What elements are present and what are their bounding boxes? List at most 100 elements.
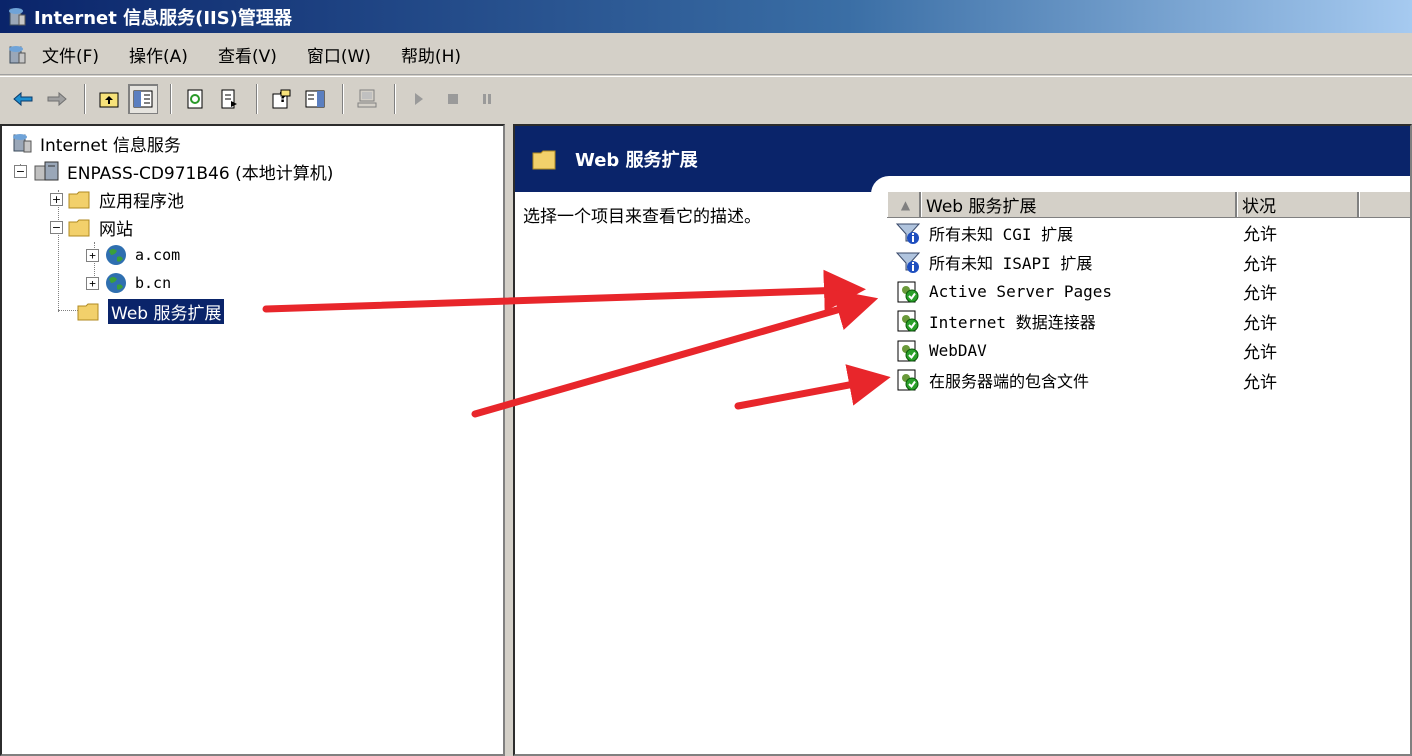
toolbar-separator xyxy=(84,83,86,114)
up-level-button[interactable] xyxy=(94,84,124,114)
banner-title: Web 服务扩展 xyxy=(575,150,698,171)
refresh-icon xyxy=(187,89,203,108)
tree-item-label: ENPASS-CD971B46 (本地计算机) xyxy=(67,163,334,184)
row-name: 所有未知 ISAPI 扩展 xyxy=(929,254,1093,274)
expand-toggle[interactable]: + xyxy=(86,248,99,262)
refresh-button[interactable] xyxy=(180,84,210,114)
tree-item-label: Web 服务扩展 xyxy=(108,298,225,324)
row-status: 允许 xyxy=(1243,254,1277,275)
menu-help[interactable]: 帮助(H) xyxy=(401,42,461,67)
folder-icon xyxy=(76,300,102,322)
row-status: 允许 xyxy=(1243,313,1277,334)
menu-window[interactable]: 窗口(W) xyxy=(307,42,371,67)
tree-item-iis-root[interactable]: Internet 信息服务 xyxy=(10,130,181,156)
column-header-status[interactable]: 状况 xyxy=(1237,192,1359,217)
row-name: Active Server Pages xyxy=(929,282,1113,302)
sort-indicator-icon[interactable]: ▲ xyxy=(887,192,921,217)
console-tree[interactable]: Internet 信息服务 − ENPASS-CD971B46 (本地计算机) … xyxy=(0,124,505,756)
row-status: 允许 xyxy=(1243,284,1277,305)
list-row[interactable]: 所有未知 ISAPI 扩展 允许 xyxy=(887,248,1410,278)
stop-icon xyxy=(448,93,458,104)
extension-allowed-icon xyxy=(887,368,929,392)
tree-item-label: 应用程序池 xyxy=(99,191,184,212)
globe-icon xyxy=(103,271,129,295)
row-status: 允许 xyxy=(1243,372,1277,393)
description-text: 选择一个项目来查看它的描述。 xyxy=(523,207,761,227)
tree-item-label: Internet 信息服务 xyxy=(40,135,181,156)
folder-icon xyxy=(67,216,93,238)
tree-item-site-b[interactable]: + b.cn xyxy=(86,270,171,296)
row-name: 在服务器端的包含文件 xyxy=(929,372,1090,392)
tree-item-computer[interactable]: − ENPASS-CD971B46 (本地计算机) xyxy=(14,158,333,184)
toolbar-separator xyxy=(256,83,258,114)
menu-action[interactable]: 操作(A) xyxy=(129,42,188,67)
iis-icon xyxy=(9,7,26,25)
column-header-name[interactable]: Web 服务扩展 xyxy=(921,192,1237,217)
tree-item-site-a[interactable]: + a.com xyxy=(86,242,180,268)
list-row[interactable]: WebDAV 允许 xyxy=(887,336,1410,366)
window-title-bar[interactable]: Internet 信息服务(IIS)管理器 xyxy=(0,0,1412,33)
show-hide-tree-button[interactable] xyxy=(128,83,158,114)
list-row[interactable]: Internet 数据连接器 允许 xyxy=(887,307,1410,337)
pane-splitter[interactable] xyxy=(505,124,513,756)
tree-item-web-service-extensions[interactable]: Web 服务扩展 xyxy=(76,298,225,324)
list-row[interactable]: 所有未知 CGI 扩展 允许 xyxy=(887,218,1410,248)
row-name: 所有未知 CGI 扩展 xyxy=(929,224,1074,244)
toolbar-separator xyxy=(342,83,344,114)
extension-allowed-icon xyxy=(887,339,929,363)
details-pane: Web 服务扩展 选择一个项目来查看它的描述。 ▲ Web 服务扩展 状况 所有… xyxy=(513,124,1412,756)
forward-arrow-icon xyxy=(47,91,67,106)
back-arrow-icon xyxy=(13,91,33,106)
row-status: 允许 xyxy=(1243,343,1277,364)
folder-icon xyxy=(67,188,93,210)
export-list-button[interactable] xyxy=(214,84,244,114)
tree-item-label: a.com xyxy=(135,246,181,264)
back-button[interactable] xyxy=(8,84,38,114)
help-button[interactable]: ? xyxy=(266,84,296,114)
menu-bar: 文件(F) 操作(A) 查看(V) 窗口(W) 帮助(H) xyxy=(0,35,1412,75)
filter-blue-icon xyxy=(887,250,929,274)
row-name: Internet 数据连接器 xyxy=(929,313,1096,333)
toolbar: ? xyxy=(0,76,1412,120)
export-icon xyxy=(221,89,237,108)
list-row[interactable]: 在服务器端的包含文件 允许 xyxy=(887,366,1410,396)
start-button[interactable] xyxy=(404,84,434,114)
folder-up-icon xyxy=(99,92,119,107)
menu-view[interactable]: 查看(V) xyxy=(218,42,277,67)
toolbar-separator xyxy=(394,83,396,114)
extension-list[interactable]: ▲ Web 服务扩展 状况 所有未知 CGI 扩展 允许 所有未知 ISAPI 扩展… xyxy=(887,192,1410,396)
server-icon xyxy=(31,160,61,182)
filter-blue-icon xyxy=(887,221,929,245)
menu-file[interactable]: 文件(F) xyxy=(42,42,99,67)
extension-allowed-icon xyxy=(887,280,929,304)
computer-icon xyxy=(357,89,377,107)
toolbar-separator xyxy=(170,83,172,114)
expand-toggle[interactable]: + xyxy=(50,192,63,206)
pause-icon xyxy=(483,93,491,104)
tree-item-label: b.cn xyxy=(135,274,172,292)
stop-button[interactable] xyxy=(438,84,468,114)
folder-icon xyxy=(532,150,556,170)
show-action-pane-button[interactable] xyxy=(300,84,330,114)
tree-item-label: 网站 xyxy=(99,219,133,240)
row-name: WebDAV xyxy=(929,341,987,361)
globe-icon xyxy=(103,243,129,267)
pause-button[interactable] xyxy=(472,84,502,114)
forward-button[interactable] xyxy=(42,84,72,114)
help-icon: ? xyxy=(272,89,291,108)
expand-toggle[interactable]: + xyxy=(86,276,99,290)
connect-button[interactable] xyxy=(352,84,382,114)
list-row[interactable]: Active Server Pages 允许 xyxy=(887,277,1410,307)
row-status: 允许 xyxy=(1243,225,1277,246)
console-tree-icon xyxy=(133,90,153,107)
collapse-toggle[interactable]: − xyxy=(14,164,27,178)
tree-item-websites[interactable]: − 网站 xyxy=(50,214,133,240)
iis-icon xyxy=(10,132,34,154)
mmc-icon[interactable] xyxy=(6,44,28,66)
extension-allowed-icon xyxy=(887,309,929,333)
collapse-toggle[interactable]: − xyxy=(50,220,63,234)
tree-item-app-pools[interactable]: + 应用程序池 xyxy=(50,186,184,212)
window-title: Internet 信息服务(IIS)管理器 xyxy=(34,7,292,29)
list-header: ▲ Web 服务扩展 状况 xyxy=(887,192,1410,218)
action-pane-icon xyxy=(305,90,325,107)
